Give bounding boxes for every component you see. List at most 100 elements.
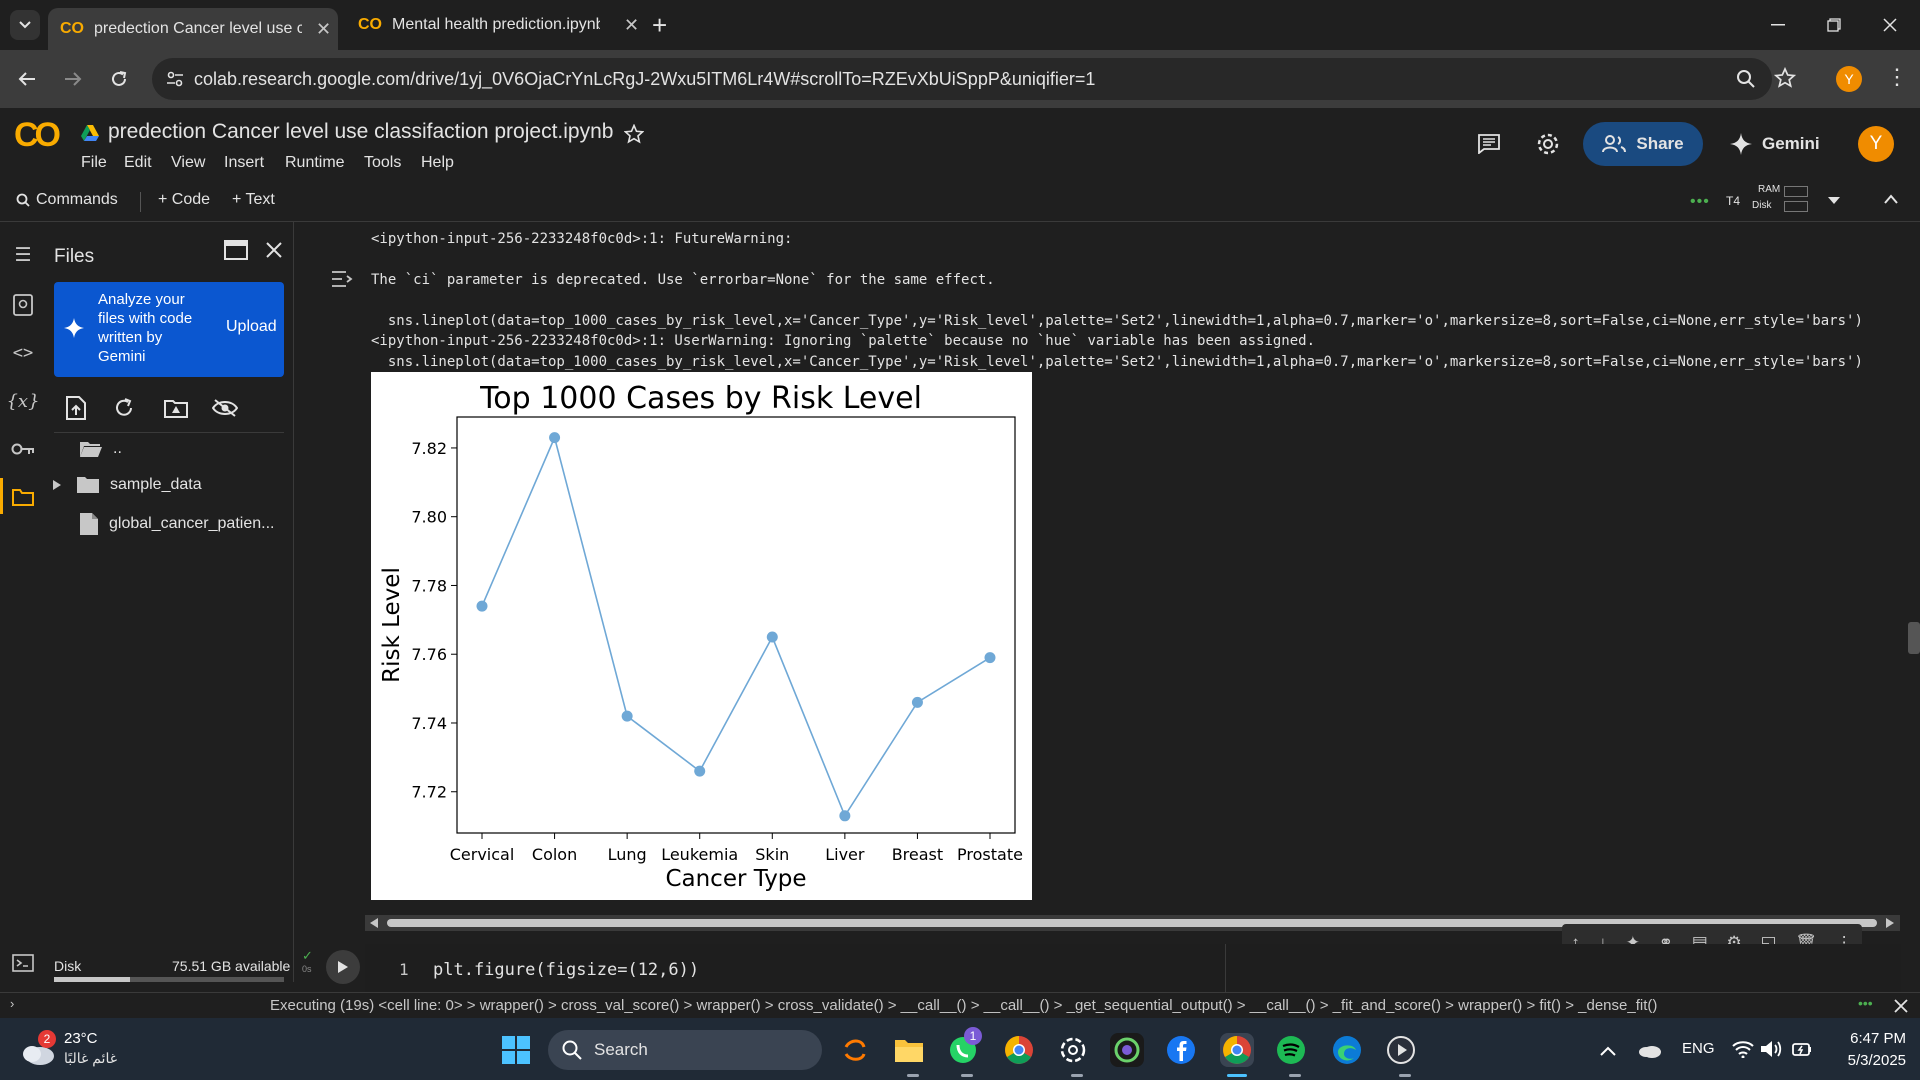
variables-icon[interactable]: {x} <box>6 388 39 414</box>
wifi-icon[interactable] <box>1732 1040 1754 1058</box>
upload-button[interactable]: Upload <box>226 318 277 336</box>
star-icon[interactable] <box>624 124 644 144</box>
chevron-up-icon[interactable] <box>1884 194 1898 204</box>
site-settings-icon[interactable] <box>166 70 184 88</box>
menu-help[interactable]: Help <box>421 154 454 172</box>
search-icon <box>562 1040 582 1060</box>
plot-frame <box>456 416 1016 834</box>
gear-icon[interactable] <box>1536 132 1560 156</box>
expand-status-icon[interactable]: › <box>10 996 14 1011</box>
upload-file-icon[interactable] <box>66 396 86 420</box>
media-player-icon[interactable] <box>1384 1033 1418 1067</box>
code-cell[interactable]: 1 plt.figure(figsize=(12,6)) <box>365 944 1901 992</box>
toc-icon[interactable]: ☰ <box>10 242 36 268</box>
browser-tab-strip: CO predection Cancer level use cla ✕ CO … <box>0 0 1920 50</box>
spotify-icon[interactable] <box>1274 1033 1308 1067</box>
language-indicator[interactable]: ENG <box>1682 1040 1715 1057</box>
clock-time[interactable]: 6:47 PM <box>1836 1030 1906 1047</box>
folder-icon[interactable] <box>10 484 36 510</box>
refresh-icon[interactable] <box>114 398 134 418</box>
open-window-icon[interactable] <box>224 240 248 260</box>
windows-start-icon[interactable] <box>502 1036 530 1064</box>
close-status-icon[interactable] <box>1894 999 1908 1013</box>
menu-file[interactable]: File <box>81 154 107 172</box>
runtime-type[interactable]: T4 <box>1726 194 1740 208</box>
chrome-icon[interactable] <box>1002 1033 1036 1067</box>
chrome-active-icon[interactable] <box>1220 1033 1254 1067</box>
zoom-icon[interactable] <box>1736 69 1756 89</box>
menu-insert[interactable]: Insert <box>224 154 264 172</box>
weather-widget[interactable]: 2 <box>20 1030 58 1066</box>
output-line: The `ci` parameter is deprecated. Use `e… <box>371 272 995 288</box>
disk-meter[interactable] <box>1784 201 1808 212</box>
parent-folder-item[interactable]: .. <box>79 440 122 458</box>
close-panel-icon[interactable] <box>266 242 282 258</box>
menu-tools[interactable]: Tools <box>364 154 401 172</box>
chatgpt-icon[interactable] <box>1056 1033 1090 1067</box>
notebook-title[interactable]: predection Cancer level use classifactio… <box>108 120 613 144</box>
browser-menu-icon[interactable]: ⋮ <box>1886 64 1908 90</box>
app-swirl-icon[interactable] <box>838 1033 872 1067</box>
tab-search-button[interactable] <box>10 10 40 40</box>
mount-drive-icon[interactable] <box>164 398 188 418</box>
whatsapp-icon[interactable]: 1 <box>946 1027 982 1067</box>
code-snippets-icon[interactable]: <> <box>10 340 36 366</box>
restore-button[interactable] <box>1814 10 1854 40</box>
add-code-button[interactable]: + Code <box>158 191 210 209</box>
ram-meter[interactable] <box>1784 186 1808 197</box>
add-text-button[interactable]: + Text <box>232 191 275 209</box>
code-line[interactable]: plt.figure(figsize=(12,6)) <box>433 960 699 980</box>
output-actions-icon[interactable] <box>331 270 353 288</box>
file-explorer-icon[interactable] <box>892 1033 926 1067</box>
gemini-button[interactable]: Gemini <box>1730 122 1820 166</box>
find-icon[interactable] <box>10 292 36 318</box>
menu-runtime[interactable]: Runtime <box>285 154 345 172</box>
profile-avatar[interactable]: Y <box>1836 66 1862 92</box>
onedrive-icon[interactable] <box>1638 1042 1662 1058</box>
close-tab-icon[interactable]: ✕ <box>316 19 331 40</box>
close-window-button[interactable] <box>1870 10 1910 40</box>
minimize-button[interactable] <box>1758 10 1798 40</box>
scroll-left-icon[interactable] <box>369 918 379 928</box>
colab-logo[interactable]: CO <box>14 116 61 155</box>
menu-view[interactable]: View <box>171 154 205 172</box>
close-tab-icon[interactable]: ✕ <box>624 15 639 36</box>
key-icon[interactable] <box>10 436 36 462</box>
share-button[interactable]: Share <box>1583 122 1703 166</box>
disk-label: Disk <box>1752 200 1772 211</box>
user-avatar[interactable]: Y <box>1858 126 1894 162</box>
sample-data-folder[interactable]: sample_data <box>52 476 202 494</box>
scroll-right-icon[interactable] <box>1885 918 1895 928</box>
forward-button[interactable] <box>58 64 88 94</box>
tab-mental-health[interactable]: CO Mental health prediction.ipynb ✕ <box>352 8 642 42</box>
volume-icon[interactable] <box>1760 1040 1782 1058</box>
edge-icon[interactable] <box>1330 1033 1364 1067</box>
running-indicator <box>907 1074 919 1077</box>
vertical-scrollbar-thumb[interactable] <box>1908 622 1920 654</box>
hide-files-icon[interactable] <box>212 398 238 418</box>
csv-file-item[interactable]: global_cancer_patien... <box>79 512 274 536</box>
comment-icon[interactable] <box>1478 134 1500 154</box>
omnibox[interactable]: colab.research.google.com/drive/1yj_0V6O… <box>152 58 1772 100</box>
terminal-icon[interactable] <box>10 950 36 976</box>
gemini-analyze-box[interactable]: Analyze your files with code written by … <box>54 282 284 377</box>
status-dots-icon[interactable]: ••• <box>1858 995 1873 1011</box>
taskbar-search[interactable]: Search <box>548 1030 822 1070</box>
line-number: 1 <box>399 960 409 979</box>
menu-edit[interactable]: Edit <box>124 154 152 172</box>
tab-predection-cancer[interactable]: CO predection Cancer level use cla ✕ <box>48 8 338 50</box>
facebook-icon[interactable] <box>1164 1033 1198 1067</box>
bookmark-star-icon[interactable] <box>1774 67 1796 89</box>
battery-icon[interactable] <box>1792 1039 1812 1059</box>
run-cell-button[interactable] <box>326 950 360 984</box>
back-button[interactable] <box>12 64 42 94</box>
commands-button[interactable]: Commands <box>16 191 118 209</box>
data-point <box>476 600 488 612</box>
clock-date[interactable]: 5/3/2025 <box>1826 1052 1906 1069</box>
caret-down-icon[interactable] <box>1828 197 1840 205</box>
app-dark-icon[interactable] <box>1110 1033 1144 1067</box>
tray-overflow-icon[interactable] <box>1600 1046 1616 1056</box>
reload-button[interactable] <box>104 64 134 94</box>
new-tab-icon[interactable]: + <box>652 10 667 41</box>
expand-arrow-icon[interactable] <box>52 479 62 491</box>
